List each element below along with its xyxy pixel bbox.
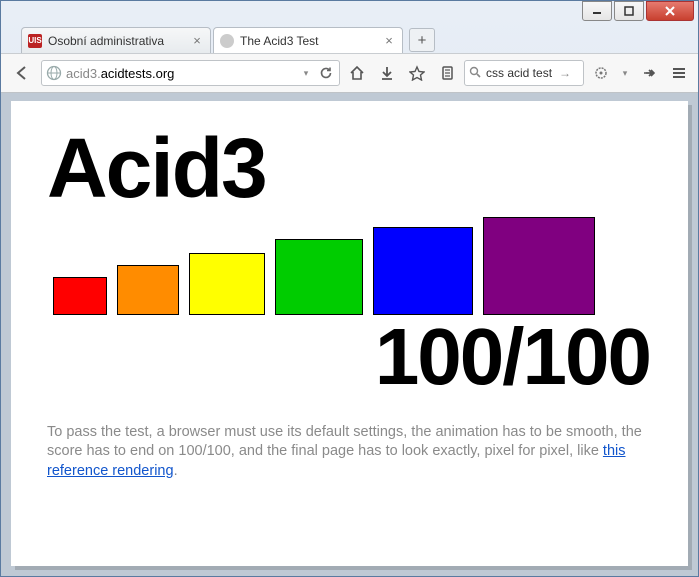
tab-title: Osobní administrativa xyxy=(48,34,184,48)
search-icon xyxy=(469,66,483,81)
content-area: Acid3 100/100 To pass the test, a browse… xyxy=(1,93,698,576)
close-icon[interactable]: × xyxy=(190,34,204,48)
close-button[interactable] xyxy=(646,1,694,21)
tab-acid3[interactable]: The Acid3 Test × xyxy=(213,27,403,53)
overflow-button[interactable] xyxy=(636,60,662,86)
score-text: 100/100 xyxy=(47,317,658,397)
page-title: Acid3 xyxy=(47,129,658,209)
color-boxes xyxy=(47,217,658,315)
box-purple xyxy=(483,217,595,315)
search-go-icon[interactable]: → xyxy=(559,66,571,80)
tab-strip: UIS Osobní administrativa × The Acid3 Te… xyxy=(1,23,698,53)
search-input[interactable] xyxy=(486,66,556,80)
maximize-button[interactable] xyxy=(614,1,644,21)
box-orange xyxy=(117,265,179,315)
page-body: Acid3 100/100 To pass the test, a browse… xyxy=(11,101,688,566)
browser-window: UIS Osobní administrativa × The Acid3 Te… xyxy=(0,0,699,577)
dropdown-icon[interactable]: ▾ xyxy=(299,68,313,79)
box-yellow xyxy=(189,253,265,315)
search-bar[interactable]: → xyxy=(464,60,584,86)
close-icon[interactable]: × xyxy=(382,34,396,48)
addon-button[interactable] xyxy=(588,60,614,86)
instructions: To pass the test, a browser must use its… xyxy=(47,423,658,482)
window-controls xyxy=(1,1,698,23)
tab-osobni[interactable]: UIS Osobní administrativa × xyxy=(21,27,211,53)
url-bar[interactable]: acid3.acidtests.org ▾ xyxy=(41,60,340,86)
favicon-icon xyxy=(220,34,234,48)
tab-title: The Acid3 Test xyxy=(240,34,376,48)
bookmarks-button[interactable] xyxy=(404,60,430,86)
box-blue xyxy=(373,227,473,315)
globe-icon xyxy=(46,65,62,81)
url-text: acid3.acidtests.org xyxy=(66,66,295,81)
home-button[interactable] xyxy=(344,60,370,86)
box-red xyxy=(53,277,107,315)
toolbar: acid3.acidtests.org ▾ → xyxy=(1,53,698,93)
menu-button[interactable] xyxy=(666,60,692,86)
downloads-button[interactable] xyxy=(374,60,400,86)
minimize-button[interactable] xyxy=(582,1,612,21)
favicon-icon: UIS xyxy=(28,34,42,48)
reload-button[interactable] xyxy=(317,66,335,80)
library-button[interactable] xyxy=(434,60,460,86)
box-green xyxy=(275,239,363,315)
new-tab-button[interactable]: + xyxy=(409,28,435,52)
back-button[interactable] xyxy=(7,59,37,87)
addon-dropdown-icon[interactable]: ▾ xyxy=(618,68,632,79)
